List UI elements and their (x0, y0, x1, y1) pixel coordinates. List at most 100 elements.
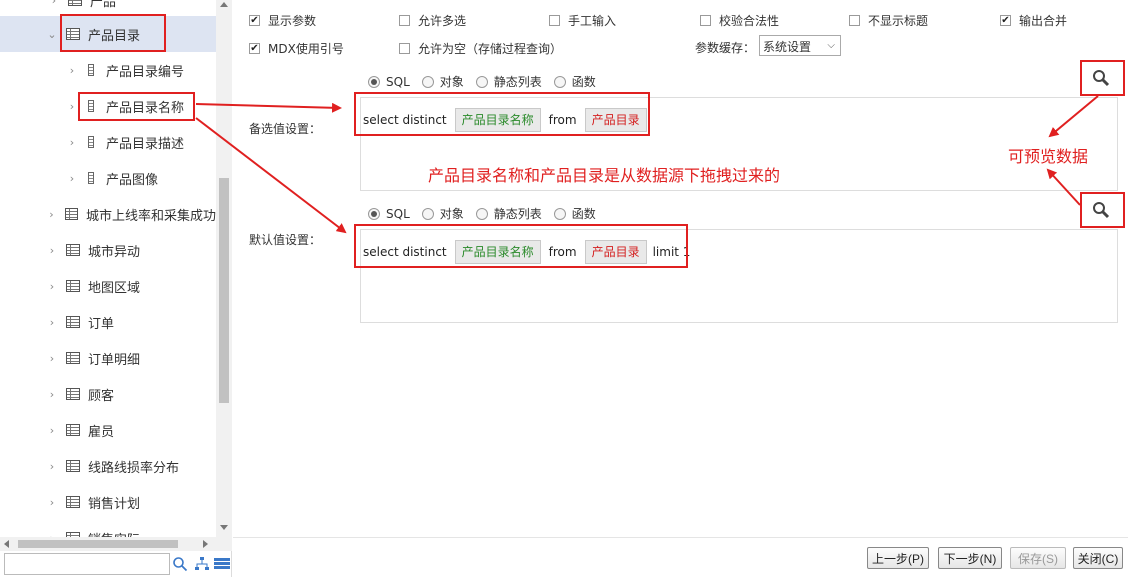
checkbox-checked-icon[interactable]: ✔ (249, 15, 260, 26)
tree-item-map-region[interactable]: › 地图区域 (0, 268, 216, 304)
chevron-right-icon[interactable]: › (46, 316, 58, 329)
datasource-tree: › 产品 ⌄ 产品目录 › 产品目录编号 › 产品目录名称 › 产品目录描述 ›… (0, 0, 216, 537)
tree-item-order-details[interactable]: › 订单明细 (0, 340, 216, 376)
param-cache-label: 参数缓存： (695, 41, 756, 55)
tree-item-orders[interactable]: › 订单 (0, 304, 216, 340)
chevron-right-icon[interactable]: › (48, 0, 60, 7)
save-button[interactable]: 保存(S) (1010, 547, 1066, 569)
option-mdx-quote[interactable]: ✔ MDX使用引号 (249, 40, 344, 57)
option-hide-title[interactable]: 不显示标题 (849, 12, 928, 29)
chevron-right-icon[interactable]: › (46, 244, 58, 257)
radio-icon[interactable] (475, 75, 488, 88)
drag-annotation: 产品目录名称和产品目录是从数据源下拖拽过来的 (428, 166, 781, 185)
chevron-right-icon[interactable]: › (46, 208, 57, 221)
prev-button[interactable]: 上一步(P) (867, 547, 929, 569)
tree-horizontal-scrollbar[interactable] (0, 537, 232, 551)
tree-item-customers[interactable]: › 顾客 (0, 376, 216, 412)
radio-static-list[interactable]: 静态列表 (468, 205, 542, 222)
radio-icon[interactable] (421, 207, 434, 220)
scroll-right-icon[interactable] (203, 540, 208, 548)
chevron-down-icon[interactable]: ⌄ (46, 28, 58, 41)
option-allow-empty[interactable]: 允许为空（存储过程查询） (399, 40, 562, 57)
candidate-label: 备选值设置： (249, 122, 322, 136)
tree-item-product-image[interactable]: › 产品图像 (0, 160, 216, 196)
table-icon (66, 424, 80, 436)
radio-static-list[interactable]: 静态列表 (468, 73, 542, 90)
option-validate[interactable]: 校验合法性 (700, 12, 779, 29)
tree-item-line-loss[interactable]: › 线路线损率分布 (0, 448, 216, 484)
list-view-icon[interactable] (214, 558, 230, 570)
option-output-merge[interactable]: ✔ 输出合并 (1000, 12, 1067, 29)
scroll-up-icon[interactable] (220, 2, 228, 7)
tree-item-sales-actual[interactable]: › 销售实际 (0, 520, 216, 537)
radio-function[interactable]: 函数 (546, 73, 596, 90)
chevron-right-icon[interactable]: › (66, 100, 78, 113)
table-icon (68, 0, 82, 6)
tree-item-sales-plan[interactable]: › 销售计划 (0, 484, 216, 520)
chevron-right-icon[interactable]: › (46, 424, 58, 437)
next-button[interactable]: 下一步(N) (938, 547, 1002, 569)
chevron-right-icon[interactable]: › (46, 388, 58, 401)
search-icon[interactable] (172, 556, 188, 572)
option-allow-multi[interactable]: 允许多选 (399, 12, 466, 29)
highlight-box (1080, 192, 1125, 228)
tree-item-employees[interactable]: › 雇员 (0, 412, 216, 448)
radio-object[interactable]: 对象 (414, 73, 464, 90)
default-source-radios: SQL 对象 静态列表 函数 (360, 205, 600, 222)
tree-item-label: 销售实际 (88, 529, 140, 538)
table-icon (66, 244, 80, 256)
field-icon (88, 64, 94, 76)
radio-icon[interactable] (421, 75, 434, 88)
tree-item-label: 城市上线率和采集成功 (85, 208, 216, 224)
table-icon (66, 496, 80, 508)
tree-item-label: 城市异动 (88, 244, 141, 260)
close-button[interactable]: 关闭(C) (1073, 547, 1123, 569)
scroll-down-icon[interactable] (220, 525, 228, 530)
tree-view-icon[interactable] (195, 556, 209, 572)
tree-item-label: 产品图像 (106, 172, 159, 188)
tree-item-city-change[interactable]: › 城市异动 (0, 232, 216, 268)
checkbox-checked-icon[interactable]: ✔ (249, 43, 260, 54)
scroll-left-icon[interactable] (4, 540, 9, 548)
scrollbar-thumb[interactable] (219, 178, 229, 403)
radio-object[interactable]: 对象 (414, 205, 464, 222)
chevron-right-icon[interactable]: › (46, 460, 58, 473)
preview-annotation: 可预览数据 (1008, 147, 1089, 166)
tree-item-city-online[interactable]: › 城市上线率和采集成功 (0, 196, 216, 232)
radio-function[interactable]: 函数 (546, 205, 596, 222)
radio-icon[interactable] (553, 75, 566, 88)
radio-selected-icon[interactable] (368, 207, 380, 220)
tree-item-label: 销售计划 (88, 496, 141, 512)
chevron-right-icon[interactable]: › (66, 172, 78, 185)
tree-item-label: 产品目录描述 (106, 136, 185, 152)
tree-search-input[interactable] (4, 553, 170, 575)
scrollbar-thumb[interactable] (18, 540, 178, 548)
chevron-right-icon[interactable]: › (46, 280, 58, 293)
chevron-right-icon[interactable]: › (66, 136, 78, 149)
checkbox-icon[interactable] (549, 15, 560, 26)
checkbox-checked-icon[interactable]: ✔ (1000, 15, 1011, 26)
checkbox-icon[interactable] (849, 15, 860, 26)
radio-sql[interactable]: SQL (360, 207, 410, 221)
chevron-right-icon[interactable]: › (66, 64, 78, 77)
radio-icon[interactable] (475, 207, 488, 220)
default-label: 默认值设置： (249, 233, 322, 247)
chevron-right-icon[interactable]: › (46, 352, 58, 365)
checkbox-icon[interactable] (399, 43, 410, 54)
tree-item-label: 线路线损率分布 (88, 460, 180, 476)
radio-icon[interactable] (553, 207, 566, 220)
checkbox-icon[interactable] (700, 15, 711, 26)
radio-sql[interactable]: SQL (360, 75, 410, 89)
highlight-box (60, 14, 166, 52)
checkbox-icon[interactable] (399, 15, 410, 26)
tree-vertical-scrollbar[interactable] (216, 0, 232, 537)
radio-selected-icon[interactable] (368, 75, 380, 88)
param-settings-panel: ✔ 显示参数 允许多选 手工输入 校验合法性 不显示标题 ✔ 输出合并 ✔ MD… (233, 0, 1128, 577)
param-cache-select[interactable]: 系统设置 ⌵ (759, 35, 841, 56)
option-manual-input[interactable]: 手工输入 (549, 12, 616, 29)
tree-item-catalog-desc[interactable]: › 产品目录描述 (0, 124, 216, 160)
option-show-param[interactable]: ✔ 显示参数 (249, 12, 316, 29)
chevron-right-icon[interactable]: › (46, 496, 58, 509)
tree-item-catalog-id[interactable]: › 产品目录编号 (0, 52, 216, 88)
tree-item-label: 产品目录编号 (106, 64, 185, 80)
